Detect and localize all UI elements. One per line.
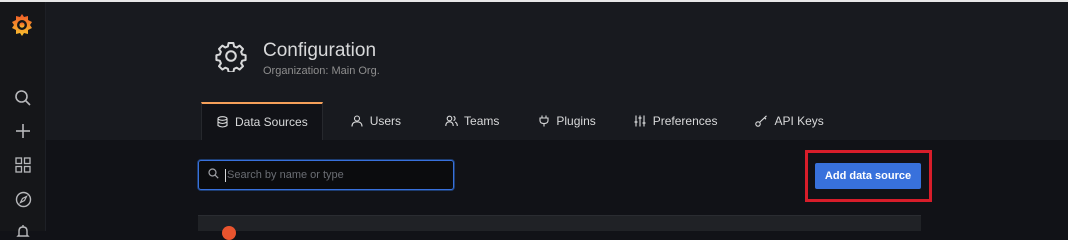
tab-label: Teams: [464, 114, 500, 128]
key-icon: [755, 115, 768, 128]
grafana-logo-icon[interactable]: [9, 12, 35, 38]
search-box[interactable]: [198, 160, 454, 190]
config-tabs: Data Sources Users Teams Plugins Prefere…: [201, 102, 838, 140]
data-source-card[interactable]: [198, 215, 921, 240]
tab-preferences[interactable]: Preferences: [620, 102, 732, 140]
search-input[interactable]: [227, 169, 453, 181]
page-header-inner: Configuration Organization: Main Org. Da…: [201, 2, 921, 140]
tab-label: Plugins: [556, 114, 596, 128]
text-cursor: [225, 168, 226, 182]
dashboards-grid-icon[interactable]: [13, 155, 33, 175]
page-title: Configuration: [263, 40, 377, 61]
tab-plugins[interactable]: Plugins: [523, 102, 609, 140]
users-icon: [445, 115, 458, 128]
grafana-app: Configuration Organization: Main Org. Da…: [0, 0, 1068, 240]
alert-bell-icon[interactable]: [13, 222, 33, 240]
search-icon[interactable]: [13, 88, 33, 108]
plus-icon[interactable]: [13, 121, 33, 141]
tab-label: Preferences: [652, 114, 718, 128]
tab-users[interactable]: Users: [337, 102, 415, 140]
tab-teams[interactable]: Teams: [431, 102, 513, 140]
add-data-source-button[interactable]: Add data source: [815, 163, 921, 189]
page-subtitle: Organization: Main Org.: [263, 65, 380, 77]
gear-icon: [215, 40, 247, 74]
user-icon: [351, 115, 364, 128]
explore-compass-icon[interactable]: [13, 189, 33, 209]
tab-label: Data Sources: [235, 115, 308, 129]
tab-label: Users: [369, 114, 402, 128]
tab-label: API Keys: [774, 114, 824, 128]
tab-api-keys[interactable]: API Keys: [741, 102, 837, 140]
database-icon: [216, 116, 229, 129]
tab-data-sources[interactable]: Data Sources: [201, 102, 323, 140]
datasource-logo-icon: [222, 226, 236, 240]
sidebar: [0, 2, 46, 237]
sliders-icon: [634, 115, 647, 128]
page-header: Configuration Organization: Main Org. Da…: [46, 2, 1068, 140]
search-icon: [208, 166, 219, 184]
plug-icon: [537, 115, 550, 128]
